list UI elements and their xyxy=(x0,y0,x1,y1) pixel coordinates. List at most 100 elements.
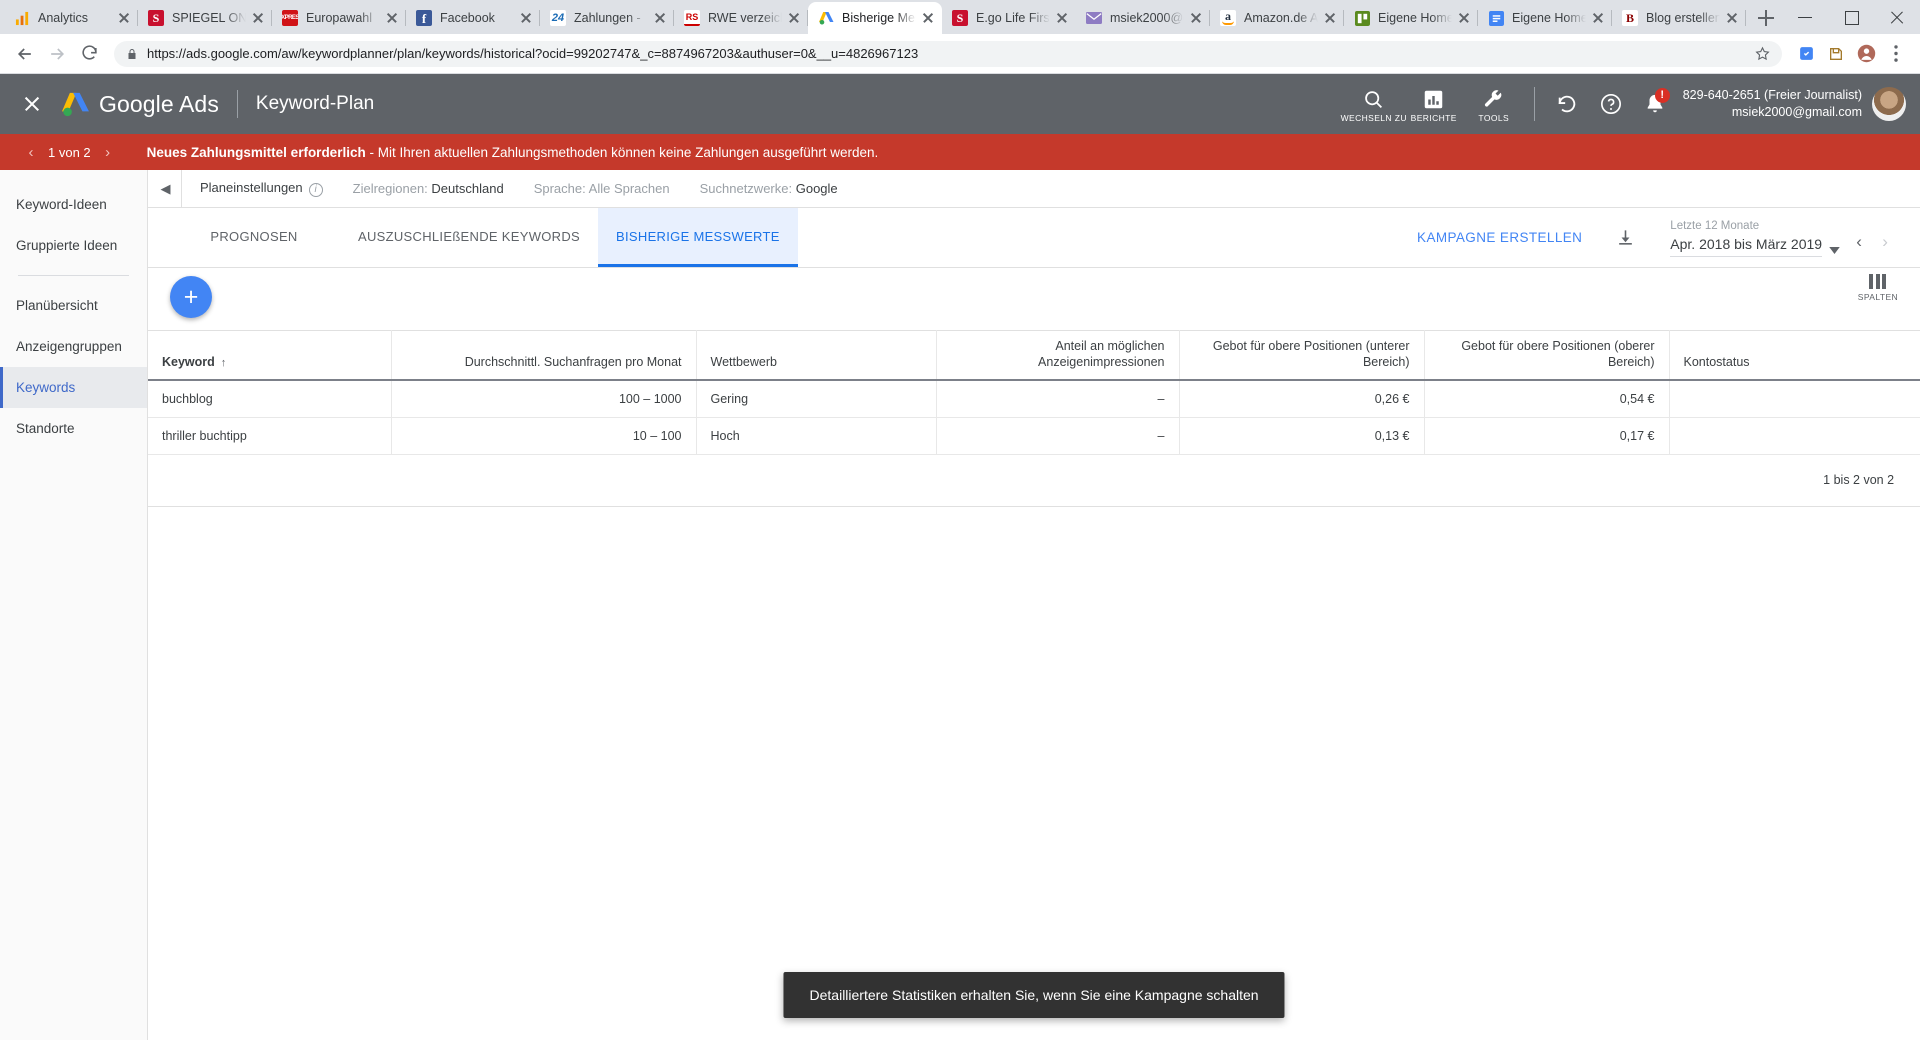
col-bid-high[interactable]: Gebot für obere Positionen (oberer Berei… xyxy=(1424,330,1670,382)
cell-avg-searches: 100 – 1000 xyxy=(391,380,697,419)
tab-auszuschliessende-keywords[interactable]: AUSZUSCHLIEßENDE KEYWORDS xyxy=(340,208,598,267)
account-info[interactable]: 829-640-2651 (Freier Journalist) msiek20… xyxy=(1683,87,1862,121)
sidebar: Keyword-Ideen Gruppierte Ideen Planübers… xyxy=(0,170,148,1040)
info-icon[interactable]: i xyxy=(308,183,323,197)
back-icon[interactable] xyxy=(10,39,40,69)
forward-icon[interactable] xyxy=(42,39,72,69)
sidebar-label: Anzeigengruppen xyxy=(16,339,122,354)
tab-close-icon[interactable] xyxy=(384,10,400,26)
table-row[interactable]: buchblog 100 – 1000 Gering –0,26 €0,54 € xyxy=(148,380,1920,419)
col-impression-share[interactable]: Anteil an möglichen Anzeigenimpressionen xyxy=(936,330,1180,382)
browser-tab-1[interactable]: S SPIEGEL ONLINE xyxy=(138,2,272,34)
columns-button[interactable]: SPALTEN xyxy=(1858,274,1898,302)
tab-close-icon[interactable] xyxy=(920,10,936,26)
col-avg-searches[interactable]: Durchschnittl. Suchanfragen pro Monat xyxy=(391,330,697,382)
menu-icon[interactable] xyxy=(1882,40,1910,68)
google-ads-logo[interactable]: Google Ads xyxy=(60,91,219,118)
browser-tab-11[interactable]: Eigene Homepage xyxy=(1478,2,1612,34)
plan-settings-title[interactable]: Planeinstellungen i xyxy=(200,180,323,197)
sidebar-item-keyword-ideen[interactable]: Keyword-Ideen xyxy=(0,184,147,225)
tab-prognosen[interactable]: PROGNOSEN xyxy=(168,208,340,267)
maximize-icon[interactable] xyxy=(1828,0,1874,34)
minimize-icon[interactable] xyxy=(1782,0,1828,34)
tab-close-icon[interactable] xyxy=(1590,10,1606,26)
tab-close-icon[interactable] xyxy=(1456,10,1472,26)
caret-down-icon[interactable] xyxy=(1822,235,1846,257)
extension-icon[interactable] xyxy=(1792,40,1820,68)
sidebar-item-keywords[interactable]: Keywords xyxy=(0,367,147,408)
browser-tab-2[interactable]: EXPRESS Europawahl xyxy=(272,2,406,34)
browser-tab-6[interactable]: Bisherige Messwerte xyxy=(808,2,942,34)
reports-label: BERICHTE xyxy=(1410,113,1457,123)
chip-zielregionen[interactable]: Zielregionen: Deutschland xyxy=(353,181,504,196)
reports-button[interactable]: BERICHTE xyxy=(1404,85,1464,123)
sidebar-item-planuebersicht[interactable]: Planübersicht xyxy=(0,285,147,326)
new-tab-button[interactable] xyxy=(1752,4,1780,32)
sidebar-item-standorte[interactable]: Standorte xyxy=(0,408,147,449)
col-account-status[interactable]: Kontostatus xyxy=(1669,330,1920,382)
chip-sprache[interactable]: Sprache: Alle Sprachen xyxy=(534,181,670,196)
rs-icon: RS xyxy=(684,10,700,26)
refresh-button[interactable] xyxy=(1545,82,1589,126)
bookmark-star-icon[interactable] xyxy=(1755,46,1770,61)
tab-close-icon[interactable] xyxy=(786,10,802,26)
profile-icon[interactable] xyxy=(1852,40,1880,68)
add-keyword-button[interactable]: + xyxy=(170,276,212,318)
browser-tab-4[interactable]: 24 Zahlungen - xyxy=(540,2,674,34)
tab-close-icon[interactable] xyxy=(250,10,266,26)
browser-tab-10[interactable]: Eigene Homepage xyxy=(1344,2,1478,34)
col-bid-low[interactable]: Gebot für obere Positionen (unterer Bere… xyxy=(1179,330,1425,382)
browser-tab-title: Eigene Homepage xyxy=(1378,11,1452,25)
tab-close-icon[interactable] xyxy=(1188,10,1204,26)
sidebar-label: Gruppierte Ideen xyxy=(16,238,118,253)
create-campaign-button[interactable]: KAMPAGNE ERSTELLEN xyxy=(1417,230,1582,245)
header-separator xyxy=(1533,87,1535,121)
alert-prev-button[interactable]: ‹ xyxy=(18,144,44,161)
chip-label: Zielregionen: xyxy=(352,181,428,196)
browser-tab-8[interactable]: msiek2000@gmail xyxy=(1076,2,1210,34)
browser-tab-0[interactable]: Analytics xyxy=(4,2,138,34)
avatar[interactable] xyxy=(1872,87,1906,121)
close-icon[interactable] xyxy=(1874,0,1920,34)
tab-close-icon[interactable] xyxy=(1054,10,1070,26)
tab-close-icon[interactable] xyxy=(518,10,534,26)
date-next-button[interactable]: › xyxy=(1872,227,1898,257)
notifications-button[interactable]: ! xyxy=(1633,82,1677,126)
close-plan-button[interactable] xyxy=(18,90,46,118)
tab-label: PROGNOSEN xyxy=(210,229,298,245)
paypal24-icon: 24 xyxy=(550,10,566,26)
date-range-picker[interactable]: Letzte 12 Monate Apr. 2018 bis März 2019… xyxy=(1670,218,1898,258)
browser-tab-5[interactable]: RS RWE verzeichnet xyxy=(674,2,808,34)
sidebar-item-anzeigengruppen[interactable]: Anzeigengruppen xyxy=(0,326,147,367)
window-controls xyxy=(1782,0,1920,34)
address-bar[interactable]: https://ads.google.com/aw/keywordplanner… xyxy=(114,40,1782,67)
browser-tab-9[interactable]: a Amazon.de Anmel xyxy=(1210,2,1344,34)
collapse-panel-button[interactable]: ◀ xyxy=(150,169,182,208)
browser-tab-3[interactable]: f Facebook xyxy=(406,2,540,34)
browser-tab-12[interactable]: B Blog erstellen xyxy=(1612,2,1746,34)
date-prev-button[interactable]: ‹ xyxy=(1846,227,1872,257)
tools-button[interactable]: TOOLS xyxy=(1464,85,1524,123)
blogger-icon: B xyxy=(1622,10,1638,26)
reload-icon[interactable] xyxy=(74,39,104,69)
tab-bisherige-messwerte[interactable]: BISHERIGE MESSWERTE xyxy=(598,208,798,267)
browser-tab-7[interactable]: S E.go Life First xyxy=(942,2,1076,34)
express-icon: EXPRESS xyxy=(282,10,298,26)
tab-close-icon[interactable] xyxy=(1724,10,1740,26)
browser-tab-title: RWE verzeichnet xyxy=(708,11,782,25)
download-icon[interactable] xyxy=(1608,221,1642,255)
save-icon[interactable] xyxy=(1822,40,1850,68)
tab-close-icon[interactable] xyxy=(116,10,132,26)
alert-next-button[interactable]: › xyxy=(95,144,121,161)
col-competition[interactable]: Wettbewerb xyxy=(696,330,937,382)
help-button[interactable] xyxy=(1589,82,1633,126)
tab-close-icon[interactable] xyxy=(1322,10,1338,26)
sidebar-item-gruppierte-ideen[interactable]: Gruppierte Ideen xyxy=(0,225,147,266)
header-actions: WECHSELN ZU BERICHTE TOOLS ! 829-640-265… xyxy=(1341,82,1906,126)
chip-suchnetzwerke[interactable]: Suchnetzwerke: Google xyxy=(700,181,838,196)
tab-close-icon[interactable] xyxy=(652,10,668,26)
cell-bid-high: 0,54 € xyxy=(1424,380,1670,419)
table-row[interactable]: thriller buchtipp 10 – 100 Hoch –0,13 €0,17… xyxy=(148,417,1920,456)
col-keyword[interactable]: Keyword ↑ xyxy=(148,330,392,382)
switch-to-button[interactable]: WECHSELN ZU xyxy=(1341,85,1406,123)
